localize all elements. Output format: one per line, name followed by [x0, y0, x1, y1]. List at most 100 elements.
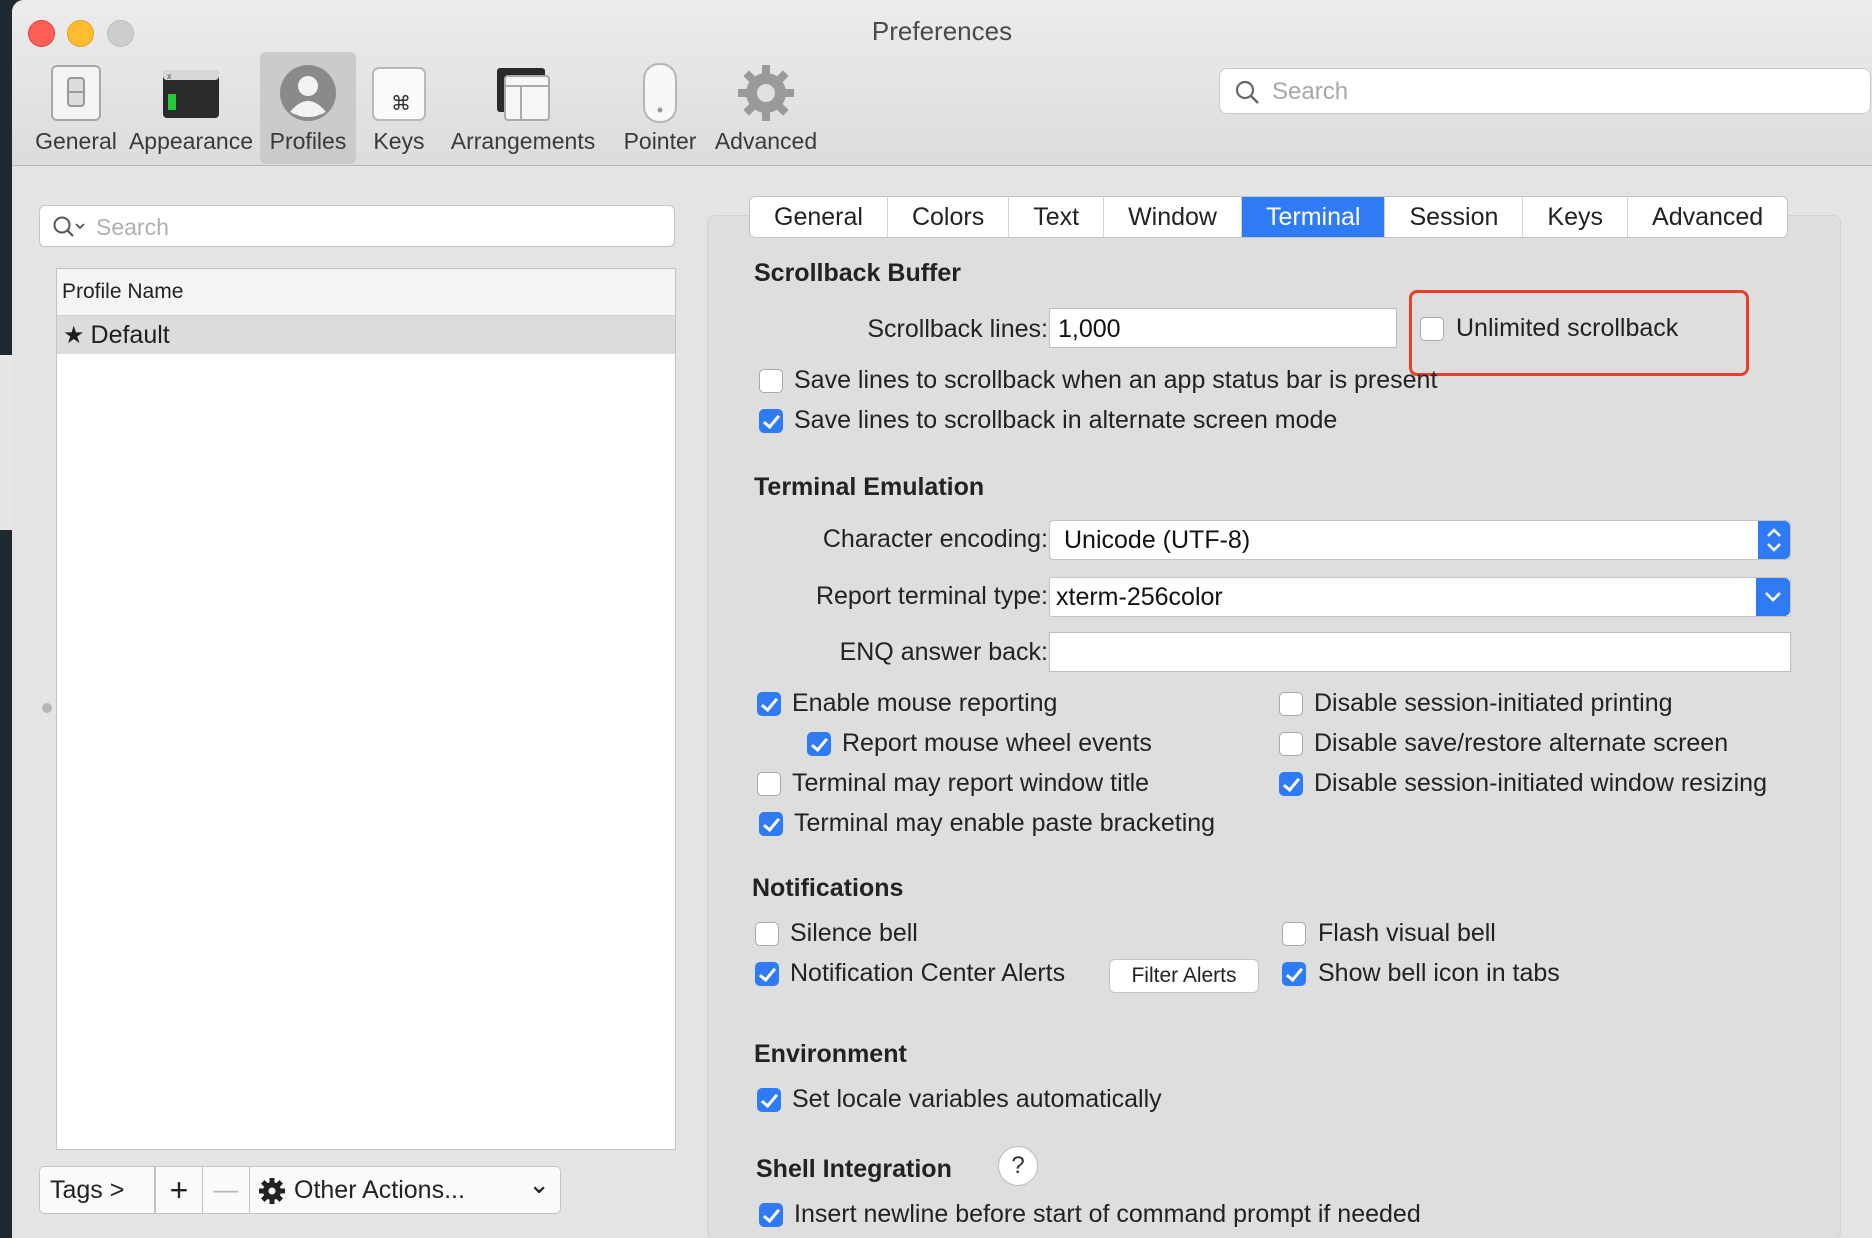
toolbar-search-field[interactable] [1219, 68, 1871, 114]
silence-bell-checkbox[interactable] [755, 922, 779, 946]
unlimited-scrollback-label: Unlimited scrollback [1456, 314, 1679, 342]
report-window-title-checkbox[interactable] [757, 772, 781, 796]
chevron-down-icon: ⌄ [528, 1169, 550, 1199]
toolbar-keys[interactable]: ⌘ Keys [362, 52, 436, 164]
tags-button[interactable]: Tags > [39, 1166, 155, 1214]
save-alternate-screen-label: Save lines to scrollback in alternate sc… [794, 406, 1338, 434]
save-status-bar-checkbox[interactable] [759, 369, 783, 393]
add-profile-button[interactable]: + [155, 1166, 203, 1214]
toolbar-appearance[interactable]: x Appearance [126, 52, 256, 164]
paste-bracketing-label: Terminal may enable paste bracketing [794, 809, 1216, 837]
scrollback-lines-label: Scrollback lines: [867, 315, 1048, 343]
tab-colors[interactable]: Colors [888, 197, 1010, 237]
toolbar-pointer[interactable]: Pointer [610, 52, 710, 164]
toolbar-advanced[interactable]: Advanced [708, 52, 824, 164]
notification-center-alerts-label: Notification Center Alerts [790, 959, 1066, 987]
tab-keys[interactable]: Keys [1523, 197, 1629, 237]
silence-bell-label: Silence bell [790, 919, 918, 947]
flash-visual-bell-label: Flash visual bell [1318, 919, 1496, 947]
profile-tab-bar: General Colors Text Window Terminal Sess… [749, 196, 1789, 238]
up-down-stepper-icon [1758, 521, 1790, 559]
encoding-label: Character encoding: [822, 525, 1048, 553]
profile-search-input[interactable] [94, 211, 658, 243]
default-star-icon: ★ [63, 322, 85, 349]
profile-list[interactable]: Profile Name ★ Default [56, 268, 676, 1150]
insert-newline-label: Insert newline before start of command p… [794, 1200, 1421, 1228]
disable-printing-label: Disable session-initiated printing [1314, 689, 1673, 717]
mouse-reporting-label: Enable mouse reporting [792, 689, 1058, 717]
set-locale-checkbox[interactable] [757, 1088, 781, 1112]
unlimited-scrollback-checkbox[interactable] [1420, 317, 1444, 341]
report-terminal-type-value: xterm-256color [1056, 583, 1223, 611]
scrollback-lines-input[interactable] [1056, 311, 1393, 347]
profile-search-field[interactable] [39, 205, 675, 247]
tab-text[interactable]: Text [1009, 197, 1105, 237]
save-status-bar-label: Save lines to scrollback when an app sta… [794, 366, 1438, 394]
advanced-gear-icon [738, 65, 794, 121]
toolbar-profiles[interactable]: Profiles [260, 52, 356, 164]
other-actions-label: Other Actions... [294, 1176, 465, 1204]
tab-advanced[interactable]: Advanced [1628, 197, 1787, 237]
disable-printing-checkbox[interactable] [1279, 692, 1303, 716]
toolbar-general[interactable]: General [26, 52, 126, 164]
svg-text:x: x [167, 71, 172, 81]
search-menu-icon [53, 216, 85, 237]
disable-alt-screen-checkbox[interactable] [1279, 732, 1303, 756]
title-bar: Preferences General x Appearance Profile… [12, 0, 1872, 166]
show-bell-icon-label: Show bell icon in tabs [1318, 959, 1560, 987]
tab-window[interactable]: Window [1104, 197, 1242, 237]
save-alternate-screen-checkbox[interactable] [759, 409, 783, 433]
search-icon [1235, 80, 1259, 104]
flash-visual-bell-checkbox[interactable] [1282, 922, 1306, 946]
scrollback-section-title: Scrollback Buffer [754, 259, 962, 287]
split-resize-handle[interactable] [42, 703, 52, 713]
appearance-terminal-icon: x [163, 70, 219, 118]
set-locale-label: Set locale variables automatically [792, 1085, 1162, 1113]
disable-resizing-label: Disable session-initiated window resizin… [1314, 769, 1767, 797]
profile-name: Default [90, 321, 170, 349]
window-title: Preferences [871, 16, 1013, 46]
shell-integration-section-title: Shell Integration [756, 1155, 952, 1183]
tab-terminal[interactable]: Terminal [1241, 197, 1386, 237]
remove-profile-button[interactable]: — [202, 1166, 250, 1214]
other-actions-popup[interactable]: Other Actions... ⌄ [249, 1166, 561, 1214]
notifications-section-title: Notifications [752, 874, 904, 902]
enq-answer-back-label: ENQ answer back: [839, 638, 1048, 666]
scrollback-lines-field[interactable] [1049, 308, 1397, 348]
mouse-reporting-checkbox[interactable] [757, 692, 781, 716]
encoding-value: Unicode (UTF-8) [1064, 526, 1251, 554]
enq-answer-back-input[interactable] [1056, 635, 1771, 671]
toolbar-arrangements[interactable]: Arrangements [442, 52, 604, 164]
toolbar-search-input[interactable] [1270, 75, 1854, 109]
general-switch-icon [51, 65, 101, 121]
environment-section-title: Environment [754, 1040, 907, 1068]
chevron-down-icon [1756, 578, 1790, 616]
pointer-mouse-icon [643, 63, 677, 123]
svg-text:⌘: ⌘ [391, 93, 411, 115]
notification-center-alerts-checkbox[interactable] [755, 962, 779, 986]
profile-name-column-header[interactable]: Profile Name [57, 269, 675, 316]
gear-icon [259, 1178, 285, 1204]
report-terminal-type-label: Report terminal type: [815, 582, 1048, 610]
tab-session[interactable]: Session [1385, 197, 1524, 237]
keys-command-icon: ⌘ [372, 67, 426, 121]
mouse-wheel-label: Report mouse wheel events [842, 729, 1152, 757]
report-window-title-label: Terminal may report window title [792, 769, 1150, 797]
arrangements-windows-icon [497, 68, 550, 121]
profile-row-default[interactable]: ★ Default [57, 316, 675, 354]
paste-bracketing-checkbox[interactable] [759, 812, 783, 836]
profiles-person-icon [280, 65, 336, 121]
disable-resizing-checkbox[interactable] [1279, 772, 1303, 796]
emulation-section-title: Terminal Emulation [754, 473, 985, 501]
show-bell-icon-checkbox[interactable] [1282, 962, 1306, 986]
mouse-wheel-checkbox[interactable] [807, 732, 831, 756]
filter-alerts-button[interactable]: Filter Alerts [1109, 959, 1259, 993]
insert-newline-checkbox[interactable] [759, 1203, 783, 1227]
report-terminal-type-combo[interactable]: xterm-256color [1049, 577, 1791, 617]
disable-alt-screen-label: Disable save/restore alternate screen [1314, 729, 1729, 757]
help-button[interactable]: ? [998, 1146, 1038, 1186]
encoding-select[interactable]: Unicode (UTF-8) [1049, 520, 1791, 560]
enq-answer-back-field[interactable] [1049, 632, 1791, 672]
preferences-window: Preferences General x Appearance Profile… [12, 0, 1872, 1238]
tab-general[interactable]: General [750, 197, 888, 237]
